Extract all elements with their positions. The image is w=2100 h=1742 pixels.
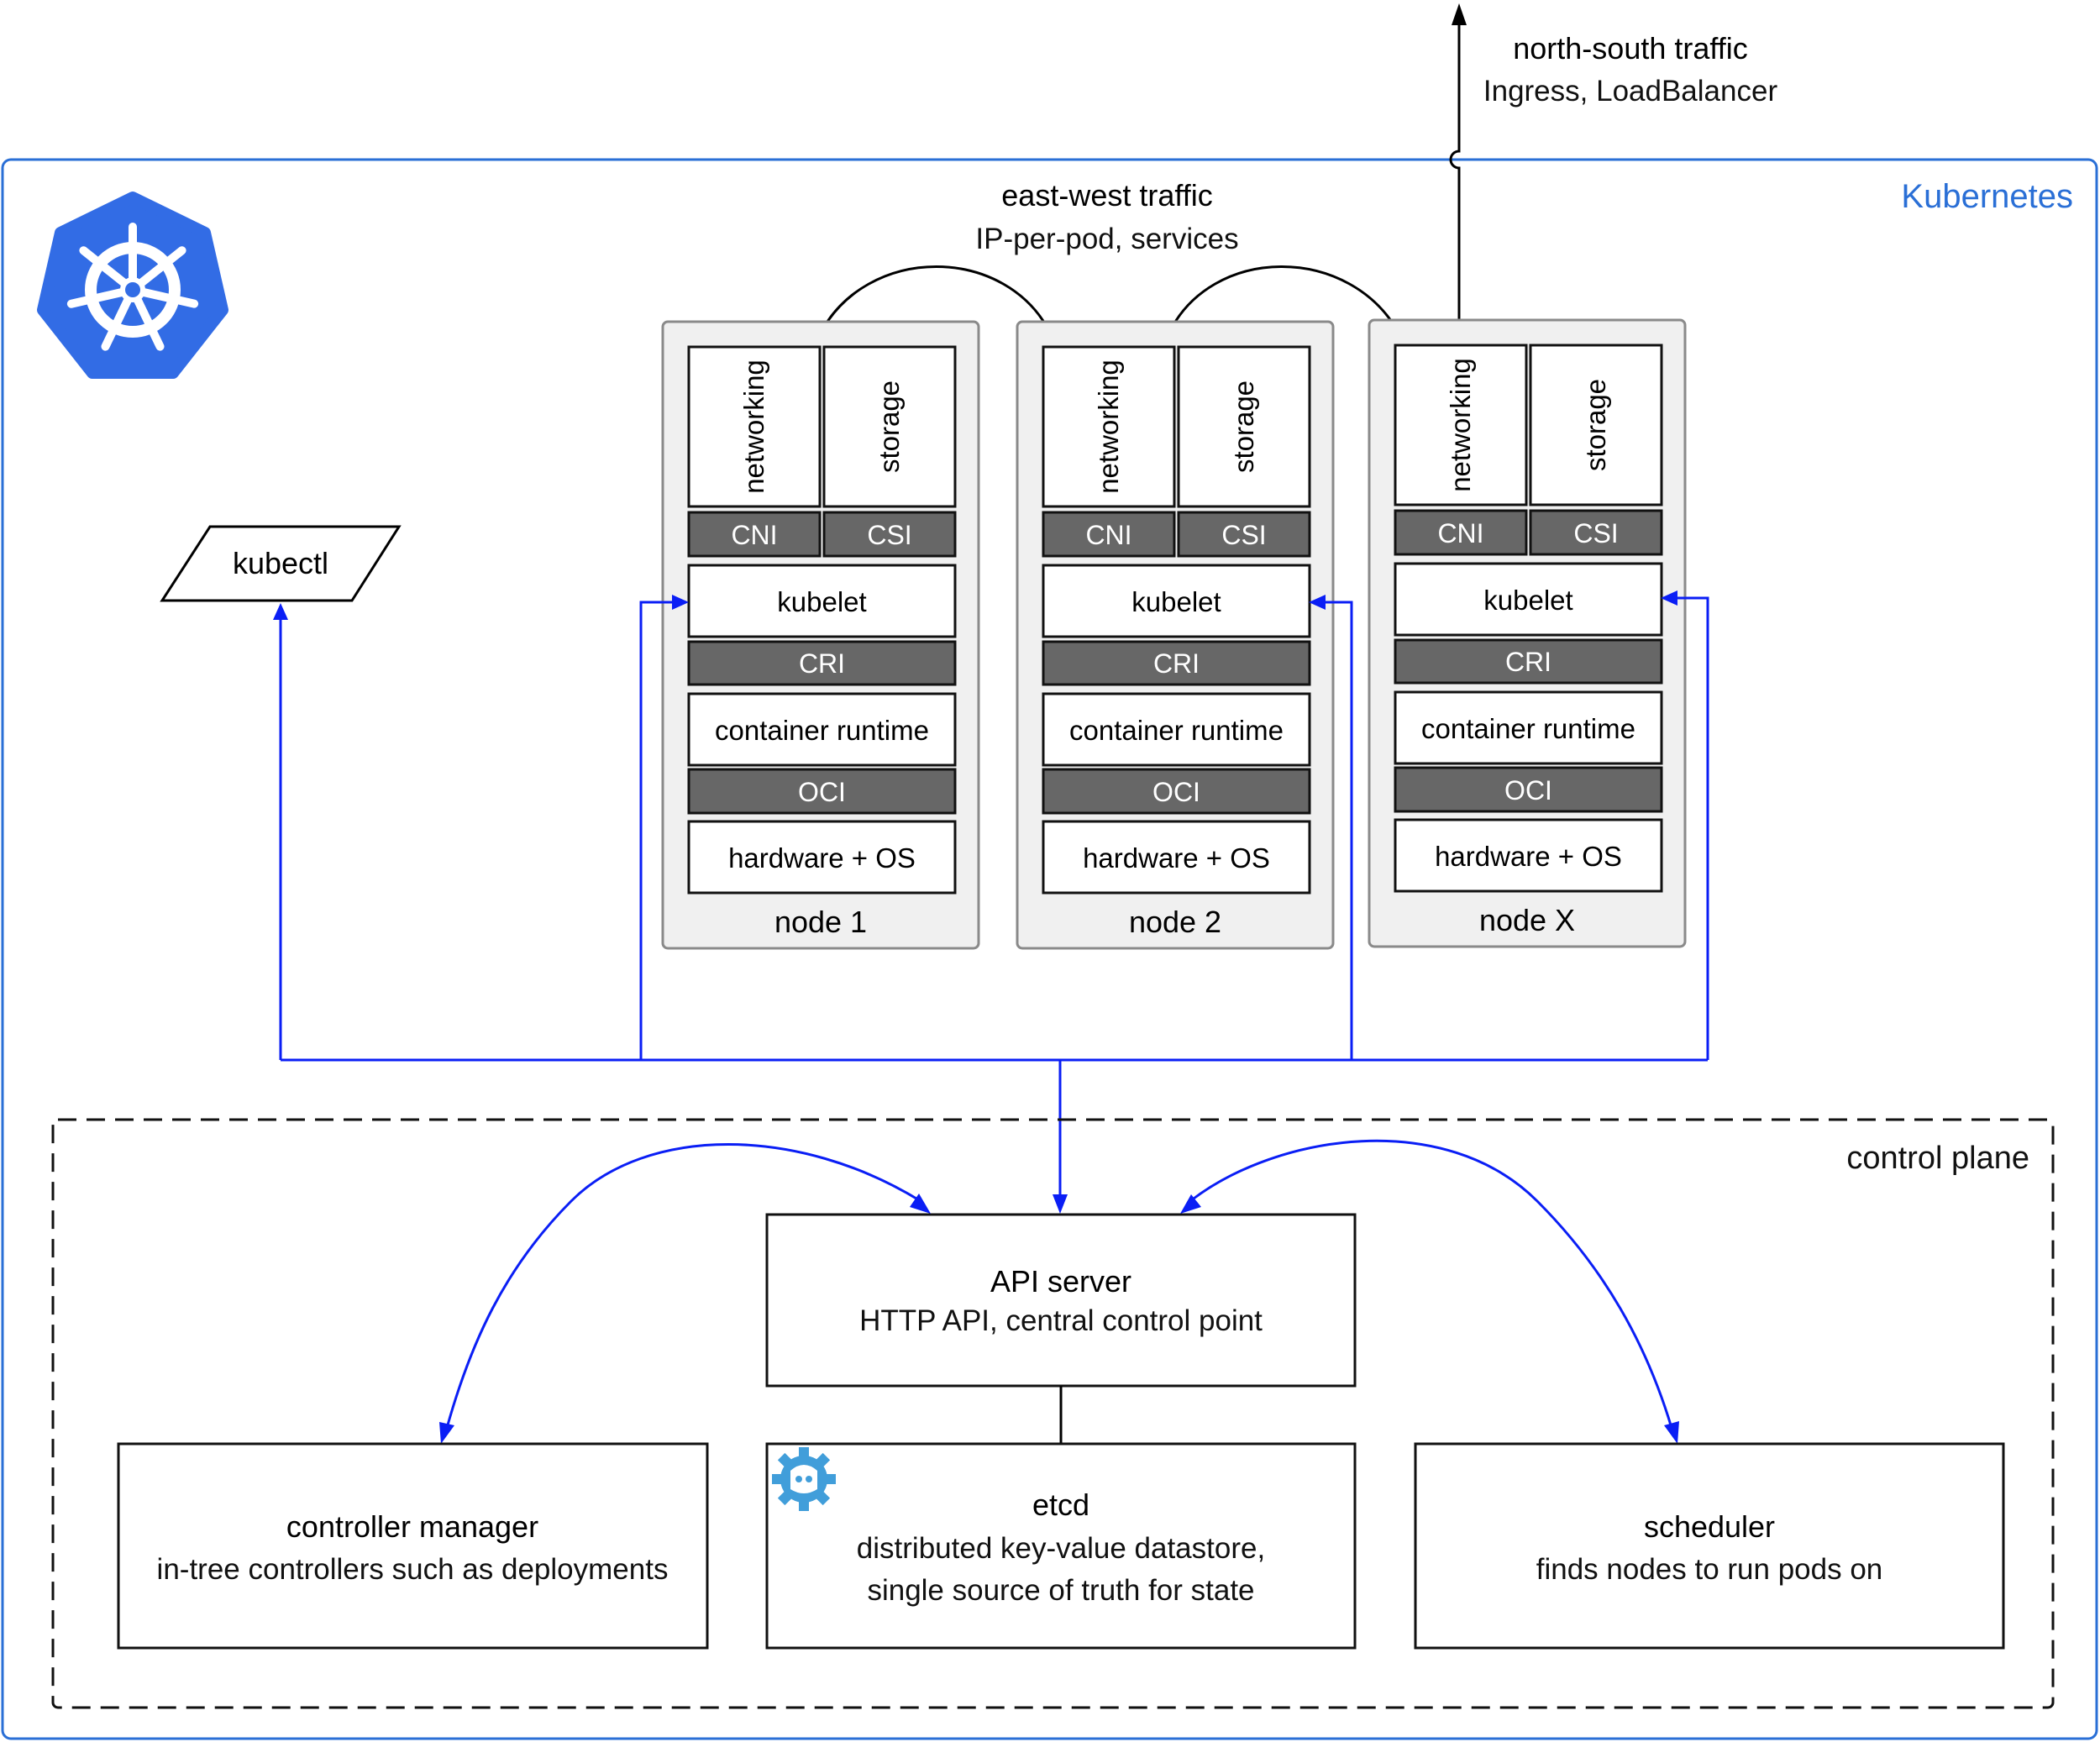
networking-label: networking — [1093, 359, 1124, 494]
oci-label: OCI — [1504, 775, 1552, 805]
kubernetes-architecture-diagram: Kubernetes north-south traffic Ingress, … — [1, 3, 2098, 1740]
cni-label: CNI — [1437, 518, 1483, 548]
oci-label: OCI — [1152, 777, 1200, 807]
storage-label: storage — [874, 380, 905, 473]
node-name: node 1 — [774, 905, 867, 939]
node-name: node 2 — [1129, 905, 1221, 939]
api-server-box[interactable]: API server HTTP API, central control poi… — [765, 1213, 1357, 1388]
scheduler-title: scheduler — [1644, 1509, 1775, 1544]
north-south-traffic-arrow — [1449, 3, 1467, 346]
etcd-box[interactable]: etcd distributed key-value datastore, si… — [765, 1442, 1357, 1650]
container-runtime-label: container runtime — [715, 715, 929, 746]
kubelet-label: kubelet — [1131, 586, 1221, 617]
cri-label: CRI — [799, 648, 845, 679]
hardware-label: hardware + OS — [1083, 842, 1270, 874]
node-name: node X — [1479, 903, 1575, 937]
hardware-label: hardware + OS — [728, 842, 916, 874]
north-south-traffic-title: north-south traffic — [1513, 31, 1747, 66]
csi-label: CSI — [1221, 520, 1266, 550]
etcd-title: etcd — [1032, 1488, 1089, 1522]
kubernetes-label: Kubernetes — [1901, 178, 2073, 215]
scheduler-subtitle: finds nodes to run pods on — [1536, 1553, 1883, 1586]
east-west-traffic-title: east-west traffic — [1001, 178, 1212, 213]
kubelet-label: kubelet — [777, 586, 866, 617]
worker-node-1[interactable]: networking storage CNI CSI kubelet CRI contain… — [661, 320, 980, 950]
kubelet-label: kubelet — [1483, 585, 1572, 616]
control-plane-label: control plane — [1846, 1141, 2029, 1176]
worker-node-3[interactable]: networking storage CNI CSI kubelet CRI contain… — [1368, 318, 1687, 948]
csi-label: CSI — [1573, 518, 1618, 548]
storage-label: storage — [1228, 380, 1259, 473]
cri-label: CRI — [1505, 647, 1551, 677]
container-runtime-label: container runtime — [1069, 715, 1284, 746]
worker-node-2[interactable]: networking storage CNI CSI kubelet CRI contain… — [1016, 320, 1335, 950]
container-runtime-label: container runtime — [1421, 713, 1635, 744]
scheduler-box[interactable]: scheduler finds nodes to run pods on — [1414, 1442, 2005, 1650]
etcd-subtitle-line1: distributed key-value datastore, — [857, 1532, 1265, 1565]
kubectl-client[interactable]: kubectl — [160, 525, 402, 602]
api-server-title: API server — [990, 1264, 1131, 1299]
kubernetes-logo-icon — [37, 192, 228, 379]
cri-label: CRI — [1153, 648, 1200, 679]
csi-label: CSI — [867, 520, 911, 550]
etcd-icon — [772, 1447, 836, 1511]
storage-label: storage — [1580, 379, 1611, 471]
controller-manager-box[interactable]: controller manager in-tree controllers s… — [117, 1442, 709, 1650]
networking-label: networking — [738, 359, 769, 494]
oci-label: OCI — [798, 777, 846, 807]
cni-label: CNI — [731, 520, 777, 550]
controller-manager-subtitle: in-tree controllers such as deployments — [157, 1553, 669, 1586]
etcd-subtitle-line2: single source of truth for state — [867, 1574, 1254, 1607]
east-west-traffic-subtitle: IP-per-pod, services — [975, 223, 1238, 255]
controller-manager-title: controller manager — [286, 1509, 538, 1544]
north-south-traffic-subtitle: Ingress, LoadBalancer — [1483, 75, 1778, 108]
cni-label: CNI — [1085, 520, 1131, 550]
hardware-label: hardware + OS — [1435, 841, 1622, 872]
networking-label: networking — [1445, 358, 1476, 492]
api-server-subtitle: HTTP API, central control point — [859, 1304, 1263, 1337]
kubectl-label: kubectl — [233, 546, 328, 580]
